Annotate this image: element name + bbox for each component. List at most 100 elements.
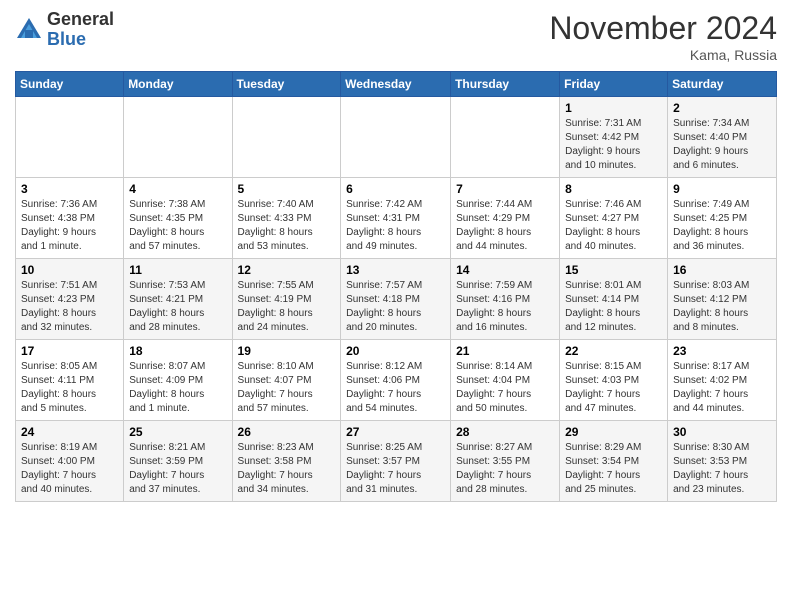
day-cell: 30Sunrise: 8:30 AM Sunset: 3:53 PM Dayli… [668,421,777,502]
day-cell: 2 Sunrise: 7:34 AM Sunset: 4:40 PM Daylig… [668,97,777,178]
calendar: SundayMondayTuesdayWednesdayThursdayFrid… [15,71,777,502]
location: Kama, Russia [549,47,777,63]
day-number: 12 [238,263,336,277]
day-info: Sunrise: 7:40 AM Sunset: 4:33 PM Dayligh… [238,198,336,254]
day-info: Sunrise: 8:15 AM Sunset: 4:03 PM Dayligh… [565,360,662,416]
day-cell: 21 Sunrise: 8:14 AM Sunset: 4:04 PM Dayli… [451,340,560,421]
day-cell: 1Sunrise: 7:31 AM Sunset: 4:42 PM Daylig… [560,97,668,178]
day-info: Sunrise: 7:36 AM Sunset: 4:38 PM Dayligh… [21,198,118,254]
day-number: 20 [346,344,445,358]
week-row-3: 10 Sunrise: 7:51 AM Sunset: 4:23 PM Dayli… [16,259,777,340]
day-number: 4 [129,182,226,196]
day-info: Sunrise: 7:34 AM Sunset: 4:40 PM Dayligh… [673,117,771,173]
day-number: 8 [565,182,662,196]
day-info: Sunrise: 8:07 AM Sunset: 4:09 PM Dayligh… [129,360,226,416]
day-cell [232,97,341,178]
day-cell: 27Sunrise: 8:25 AM Sunset: 3:57 PM Dayli… [341,421,451,502]
day-info: Sunrise: 8:01 AM Sunset: 4:14 PM Dayligh… [565,279,662,335]
day-info: Sunrise: 7:46 AM Sunset: 4:27 PM Dayligh… [565,198,662,254]
day-number: 16 [673,263,771,277]
header: General Blue November 2024 Kama, Russia [15,10,777,63]
day-number: 21 [456,344,554,358]
day-info: Sunrise: 7:49 AM Sunset: 4:25 PM Dayligh… [673,198,771,254]
col-header-thursday: Thursday [451,72,560,97]
day-info: Sunrise: 8:03 AM Sunset: 4:12 PM Dayligh… [673,279,771,335]
day-cell: 29 Sunrise: 8:29 AM Sunset: 3:54 PM Dayli… [560,421,668,502]
day-number: 29 [565,425,662,439]
day-number: 24 [21,425,118,439]
day-info: Sunrise: 7:53 AM Sunset: 4:21 PM Dayligh… [129,279,226,335]
day-info: Sunrise: 7:51 AM Sunset: 4:23 PM Dayligh… [21,279,118,335]
day-number: 23 [673,344,771,358]
day-cell: 12 Sunrise: 7:55 AM Sunset: 4:19 PM Dayli… [232,259,341,340]
day-number: 3 [21,182,118,196]
day-info: Sunrise: 8:17 AM Sunset: 4:02 PM Dayligh… [673,360,771,416]
day-cell: 25 Sunrise: 8:21 AM Sunset: 3:59 PM Dayli… [124,421,232,502]
day-cell: 9Sunrise: 7:49 AM Sunset: 4:25 PM Daylig… [668,178,777,259]
day-info: Sunrise: 7:42 AM Sunset: 4:31 PM Dayligh… [346,198,445,254]
day-info: Sunrise: 8:05 AM Sunset: 4:11 PM Dayligh… [21,360,118,416]
day-cell: 17 Sunrise: 8:05 AM Sunset: 4:11 PM Dayli… [16,340,124,421]
day-number: 17 [21,344,118,358]
day-cell: 15Sunrise: 8:01 AM Sunset: 4:14 PM Dayli… [560,259,668,340]
day-info: Sunrise: 8:19 AM Sunset: 4:00 PM Dayligh… [21,441,118,497]
col-header-tuesday: Tuesday [232,72,341,97]
day-cell: 10 Sunrise: 7:51 AM Sunset: 4:23 PM Dayli… [16,259,124,340]
col-header-saturday: Saturday [668,72,777,97]
day-info: Sunrise: 8:27 AM Sunset: 3:55 PM Dayligh… [456,441,554,497]
day-cell: 11 Sunrise: 7:53 AM Sunset: 4:21 PM Dayli… [124,259,232,340]
day-info: Sunrise: 8:10 AM Sunset: 4:07 PM Dayligh… [238,360,336,416]
day-cell: 24 Sunrise: 8:19 AM Sunset: 4:00 PM Dayli… [16,421,124,502]
day-cell: 26 Sunrise: 8:23 AM Sunset: 3:58 PM Dayli… [232,421,341,502]
day-cell: 28Sunrise: 8:27 AM Sunset: 3:55 PM Dayli… [451,421,560,502]
day-cell [451,97,560,178]
day-number: 7 [456,182,554,196]
day-cell: 8 Sunrise: 7:46 AM Sunset: 4:27 PM Daylig… [560,178,668,259]
day-number: 6 [346,182,445,196]
day-cell: 18 Sunrise: 8:07 AM Sunset: 4:09 PM Dayli… [124,340,232,421]
day-cell: 4 Sunrise: 7:38 AM Sunset: 4:35 PM Daylig… [124,178,232,259]
day-number: 25 [129,425,226,439]
day-info: Sunrise: 8:12 AM Sunset: 4:06 PM Dayligh… [346,360,445,416]
day-number: 11 [129,263,226,277]
day-cell: 5 Sunrise: 7:40 AM Sunset: 4:33 PM Daylig… [232,178,341,259]
day-number: 30 [673,425,771,439]
day-number: 19 [238,344,336,358]
logo: General Blue [15,10,114,50]
day-number: 22 [565,344,662,358]
page: General Blue November 2024 Kama, Russia … [0,0,792,612]
day-number: 13 [346,263,445,277]
day-cell: 19 Sunrise: 8:10 AM Sunset: 4:07 PM Dayli… [232,340,341,421]
day-info: Sunrise: 8:14 AM Sunset: 4:04 PM Dayligh… [456,360,554,416]
day-info: Sunrise: 8:23 AM Sunset: 3:58 PM Dayligh… [238,441,336,497]
day-number: 26 [238,425,336,439]
month-title: November 2024 [549,10,777,47]
day-number: 18 [129,344,226,358]
day-cell [16,97,124,178]
week-row-5: 24 Sunrise: 8:19 AM Sunset: 4:00 PM Dayli… [16,421,777,502]
day-cell: 7 Sunrise: 7:44 AM Sunset: 4:29 PM Daylig… [451,178,560,259]
day-number: 2 [673,101,771,115]
logo-icon [15,16,43,44]
week-row-4: 17 Sunrise: 8:05 AM Sunset: 4:11 PM Dayli… [16,340,777,421]
week-row-2: 3 Sunrise: 7:36 AM Sunset: 4:38 PM Daylig… [16,178,777,259]
logo-general-text: General [47,9,114,29]
day-info: Sunrise: 7:55 AM Sunset: 4:19 PM Dayligh… [238,279,336,335]
day-cell [341,97,451,178]
day-cell: 20 Sunrise: 8:12 AM Sunset: 4:06 PM Dayli… [341,340,451,421]
day-info: Sunrise: 7:38 AM Sunset: 4:35 PM Dayligh… [129,198,226,254]
day-number: 1 [565,101,662,115]
day-info: Sunrise: 7:59 AM Sunset: 4:16 PM Dayligh… [456,279,554,335]
day-info: Sunrise: 7:57 AM Sunset: 4:18 PM Dayligh… [346,279,445,335]
day-cell: 6 Sunrise: 7:42 AM Sunset: 4:31 PM Daylig… [341,178,451,259]
day-number: 5 [238,182,336,196]
calendar-header-row: SundayMondayTuesdayWednesdayThursdayFrid… [16,72,777,97]
col-header-wednesday: Wednesday [341,72,451,97]
day-info: Sunrise: 7:44 AM Sunset: 4:29 PM Dayligh… [456,198,554,254]
day-cell: 3 Sunrise: 7:36 AM Sunset: 4:38 PM Daylig… [16,178,124,259]
day-info: Sunrise: 8:21 AM Sunset: 3:59 PM Dayligh… [129,441,226,497]
day-number: 10 [21,263,118,277]
day-cell [124,97,232,178]
day-info: Sunrise: 8:29 AM Sunset: 3:54 PM Dayligh… [565,441,662,497]
col-header-friday: Friday [560,72,668,97]
